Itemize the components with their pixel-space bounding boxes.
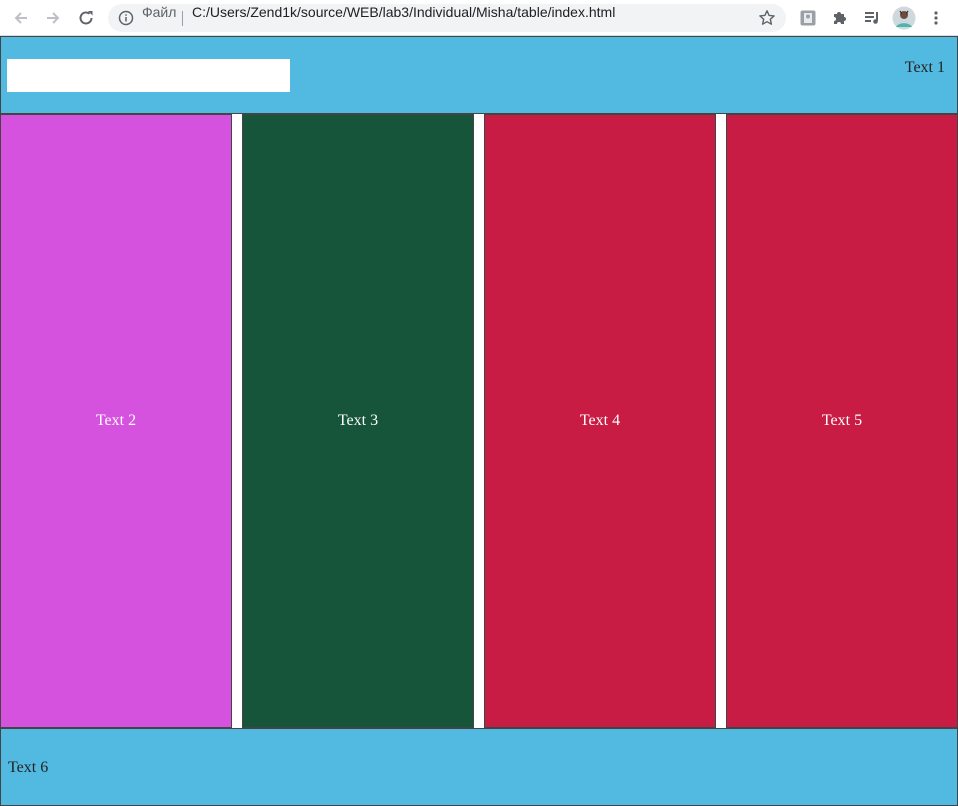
star-icon[interactable] bbox=[758, 9, 776, 27]
media-control-button[interactable] bbox=[861, 7, 883, 29]
column-gap bbox=[232, 114, 242, 728]
header-block: Text 1 bbox=[0, 36, 958, 114]
column-4: Text 5 bbox=[726, 114, 958, 728]
column-4-text: Text 5 bbox=[821, 412, 863, 429]
browser-toolbar: Файл C:/Users/Zend1k/source/WEB/lab3/Ind… bbox=[0, 0, 958, 36]
reload-icon bbox=[79, 11, 93, 25]
column-2: Text 3 bbox=[242, 114, 474, 728]
menu-button[interactable] bbox=[925, 7, 947, 29]
address-separator bbox=[182, 11, 183, 26]
scheme-label: Файл bbox=[142, 4, 177, 20]
header-text-input[interactable] bbox=[7, 59, 290, 92]
column-gap bbox=[716, 114, 726, 728]
info-icon[interactable] bbox=[118, 10, 134, 26]
footer-block: Text 6 bbox=[0, 728, 958, 806]
column-1-text: Text 2 bbox=[95, 412, 137, 429]
column-3-text: Text 4 bbox=[579, 412, 621, 429]
back-button[interactable] bbox=[9, 6, 33, 30]
avatar[interactable] bbox=[892, 6, 916, 30]
url-text[interactable]: C:/Users/Zend1k/source/WEB/lab3/Individu… bbox=[192, 4, 615, 20]
arrow-right-icon bbox=[47, 12, 60, 24]
queue-music-icon bbox=[865, 12, 878, 24]
column-gap bbox=[474, 114, 484, 728]
extension-app-icon bbox=[800, 10, 816, 26]
extensions-button[interactable] bbox=[829, 7, 851, 29]
puzzle-icon bbox=[834, 12, 846, 24]
column-1: Text 2 bbox=[0, 114, 232, 728]
page-content: Text 1 Text 2 Text 3 Text 4 Text 5 Text … bbox=[0, 36, 958, 806]
footer-text: Text 6 bbox=[8, 759, 49, 776]
reload-button[interactable] bbox=[74, 6, 98, 30]
address-bar[interactable]: Файл C:/Users/Zend1k/source/WEB/lab3/Ind… bbox=[108, 4, 786, 32]
more-vert-icon bbox=[934, 11, 938, 25]
forward-button[interactable] bbox=[41, 6, 65, 30]
profile-extension-button[interactable] bbox=[797, 7, 819, 29]
column-3: Text 4 bbox=[484, 114, 716, 728]
arrow-left-icon bbox=[14, 12, 27, 24]
avatar-icon bbox=[892, 6, 916, 30]
header-text: Text 1 bbox=[904, 59, 945, 76]
column-2-text: Text 3 bbox=[337, 412, 379, 429]
